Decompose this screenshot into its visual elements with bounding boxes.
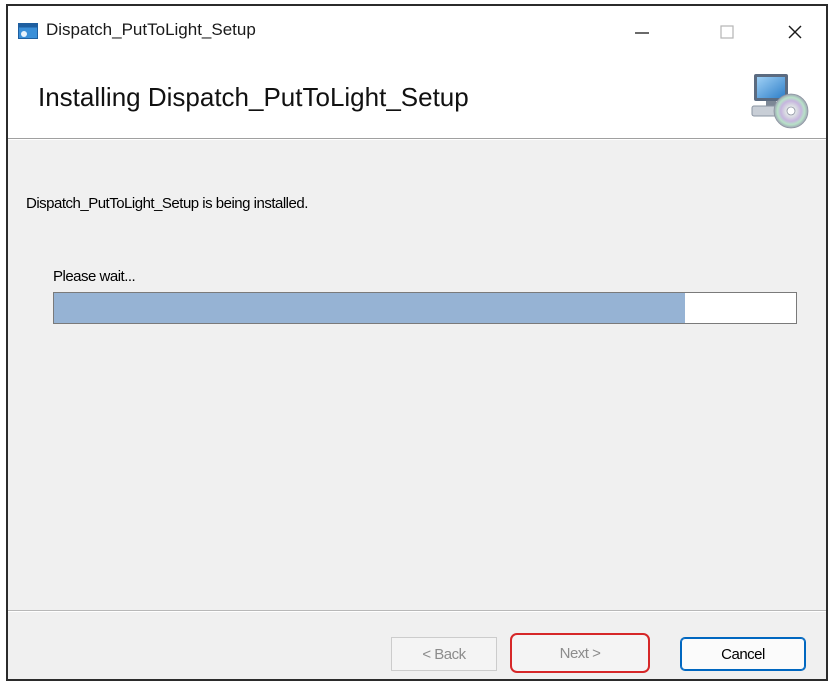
wizard-content: Dispatch_PutToLight_Setup is being insta… <box>8 140 826 610</box>
next-button[interactable]: Next > <box>510 633 650 673</box>
minimize-button[interactable] <box>620 16 664 48</box>
progress-fill <box>54 293 685 323</box>
window-title: Dispatch_PutToLight_Setup <box>46 20 256 39</box>
close-icon <box>788 25 802 39</box>
wizard-footer: < Back Next > Cancel <box>8 610 826 679</box>
maximize-icon <box>720 25 734 39</box>
installer-window: Dispatch_PutToLight_Setup Installing Dis… <box>6 4 828 681</box>
wizard-header: Installing Dispatch_PutToLight_Setup <box>8 58 826 138</box>
back-button[interactable]: < Back <box>391 637 497 671</box>
close-button[interactable] <box>773 16 817 48</box>
installer-app-icon <box>18 23 38 39</box>
computer-cd-icon <box>751 74 809 129</box>
please-wait-label: Please wait... <box>53 268 136 285</box>
install-status-text: Dispatch_PutToLight_Setup is being insta… <box>26 195 308 212</box>
page-title: Installing Dispatch_PutToLight_Setup <box>38 82 469 112</box>
maximize-button[interactable] <box>705 16 749 48</box>
minimize-icon <box>635 32 649 34</box>
install-progress-bar <box>53 292 797 324</box>
cancel-button[interactable]: Cancel <box>680 637 806 671</box>
title-bar[interactable]: Dispatch_PutToLight_Setup <box>8 6 826 58</box>
